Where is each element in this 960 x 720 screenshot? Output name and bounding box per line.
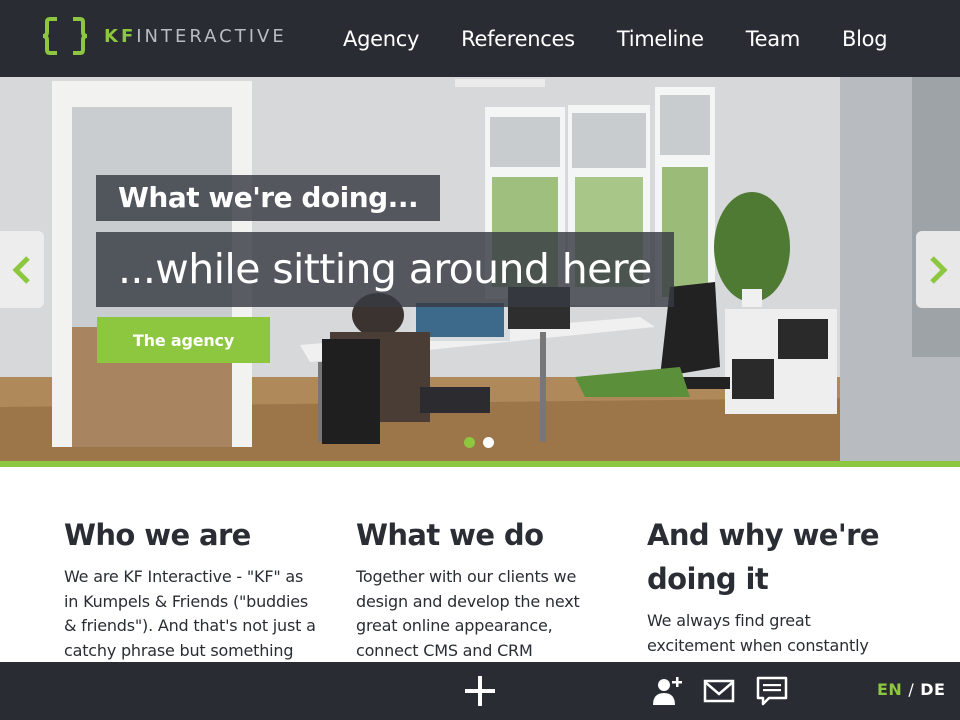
column-what-we-do: What we do Together with our clients we … (356, 513, 611, 663)
lang-en-link[interactable]: EN (877, 680, 902, 699)
column-why-we-do-it: And why we're doing it We always find gr… (647, 513, 887, 683)
add-user-icon[interactable] (650, 674, 684, 708)
slider-pagination (464, 437, 494, 448)
chevron-right-icon (930, 255, 948, 284)
column-text: Together with our clients we design and … (356, 567, 580, 660)
slider-next-button[interactable] (916, 231, 960, 308)
nav-item-agency[interactable]: Agency (343, 27, 419, 51)
intro-columns: Who we are We are KF Interactive - "KF" … (0, 467, 960, 679)
logo-text: KFINTERACTIVE (104, 26, 287, 47)
logo[interactable]: KFINTERACTIVE (42, 16, 287, 56)
column-title: And why we're doing it (647, 518, 879, 596)
chevron-left-icon (12, 255, 30, 284)
nav-item-references[interactable]: References (461, 27, 575, 51)
column-who-we-are: Who we are We are KF Interactive - "KF" … (64, 513, 319, 663)
hero-slider: What we're doing... ...while sitting aro… (0, 77, 960, 461)
slider-dot-2[interactable] (483, 437, 494, 448)
hero-caption-primary: What we're doing... (96, 175, 441, 221)
column-title: What we do (356, 518, 544, 552)
slider-dot-1[interactable] (464, 437, 475, 448)
nav-item-blog[interactable]: Blog (842, 27, 888, 51)
hero-caption-secondary: ...while sitting around here (96, 232, 674, 307)
the-agency-button[interactable]: The agency (97, 317, 270, 363)
plus-icon[interactable] (463, 674, 497, 708)
bottom-bar: EN / DE (0, 662, 960, 720)
chat-icon[interactable] (755, 674, 789, 708)
logo-kf: KF (104, 25, 137, 47)
nav-item-team[interactable]: Team (746, 27, 801, 51)
main-nav: Agency References Timeline Team Blog (322, 0, 908, 77)
nav-item-timeline[interactable]: Timeline (617, 27, 704, 51)
lang-de-link[interactable]: DE (920, 680, 945, 699)
column-text: We are KF Interactive - "KF" as in Kumpe… (64, 567, 316, 660)
top-navigation-bar: KFINTERACTIVE Agency References Timeline… (0, 0, 960, 77)
logo-interactive: INTERACTIVE (136, 25, 287, 47)
slider-prev-button[interactable] (0, 231, 44, 308)
lang-separator: / (908, 680, 915, 699)
column-title: Who we are (64, 518, 251, 552)
mail-icon[interactable] (702, 674, 736, 708)
logo-braces-icon (42, 17, 88, 55)
language-switcher: EN / DE (877, 680, 945, 699)
